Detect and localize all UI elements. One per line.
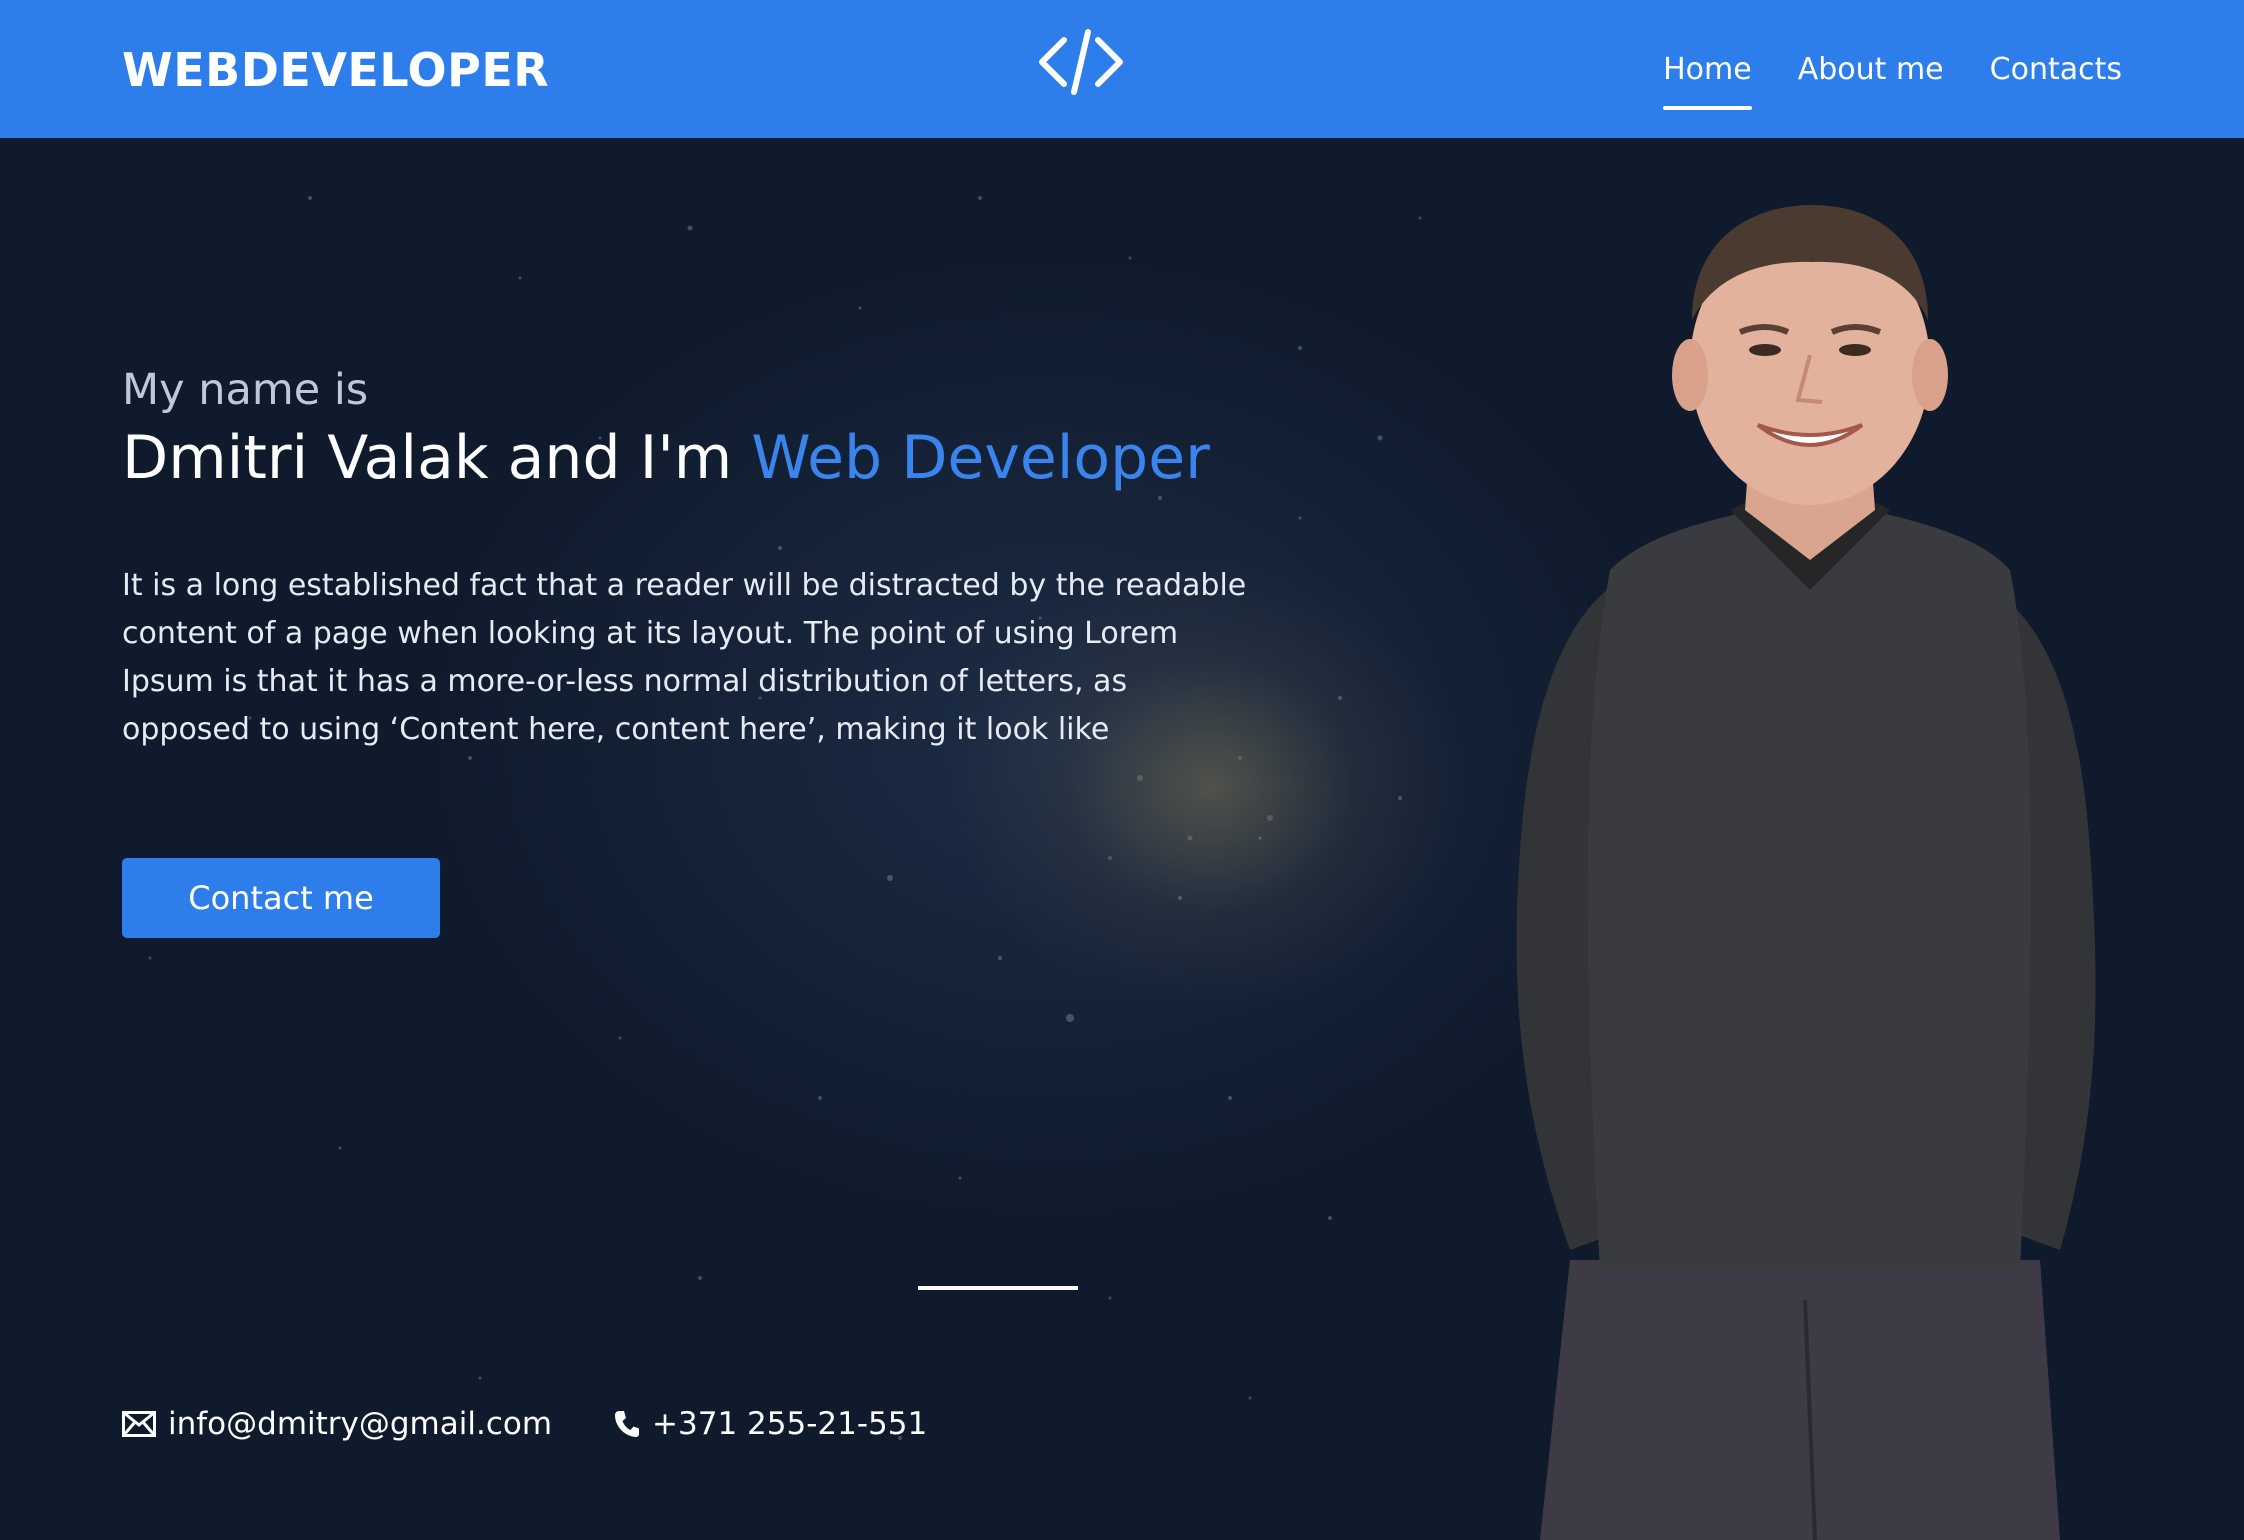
developer-portrait — [1516, 205, 2096, 1540]
phone-icon — [615, 1411, 640, 1437]
contact-me-button[interactable]: Contact me — [122, 858, 440, 938]
site-logo[interactable]: WEBDEVELOPER — [122, 42, 549, 98]
code-brackets-icon — [1039, 29, 1123, 95]
envelope-icon — [122, 1411, 156, 1437]
phone-text: +371 255-21-551 — [652, 1406, 928, 1442]
intro-text: My name is — [122, 365, 369, 415]
contact-info: info@dmitry@gmail.com +371 255-21-551 — [122, 1400, 927, 1448]
nav-contacts[interactable]: Contacts — [1990, 46, 2122, 106]
hero-description: It is a long established fact that a rea… — [122, 568, 1247, 747]
headline-name: Dmitri Valak and I'm — [122, 423, 752, 493]
hero-headline: Dmitri Valak and I'm Web Developer — [122, 418, 1210, 498]
site-header: WEBDEVELOPER Home About me Contacts — [0, 0, 2244, 138]
main-nav: Home About me Contacts — [1663, 46, 2122, 110]
email-text: info@dmitry@gmail.com — [168, 1406, 553, 1442]
nav-home[interactable]: Home — [1663, 46, 1752, 110]
email-contact[interactable]: info@dmitry@gmail.com — [122, 1406, 552, 1442]
phone-contact[interactable]: +371 255-21-551 — [614, 1406, 927, 1442]
nav-about-me[interactable]: About me — [1798, 46, 1944, 106]
headline-role: Web Developer — [751, 423, 1210, 493]
contact-divider — [918, 1286, 1078, 1290]
